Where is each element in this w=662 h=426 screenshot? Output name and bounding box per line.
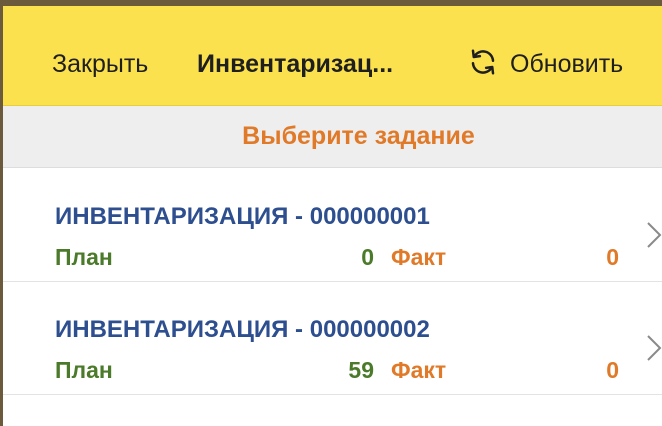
fact-label: Факт — [391, 357, 447, 383]
chevron-right-icon — [647, 335, 662, 361]
app-window: Закрыть Инвентаризац... Обновить Выберит… — [0, 0, 662, 426]
plan-label: План — [55, 357, 113, 383]
refresh-button[interactable]: Обновить — [468, 46, 623, 82]
close-button[interactable]: Закрыть — [52, 49, 148, 79]
subtitle-bar: Выберите задание — [3, 106, 662, 168]
fact-label: Факт — [391, 244, 447, 270]
chevron-right-icon — [647, 222, 662, 248]
task-row-2[interactable]: ИНВЕНТАРИЗАЦИЯ - 000000002 План 59 Факт … — [3, 282, 662, 395]
task-title: ИНВЕНТАРИЗАЦИЯ - 000000002 — [55, 316, 430, 343]
plan-value: 0 — [361, 244, 374, 270]
refresh-label: Обновить — [510, 50, 624, 78]
task-list: ИНВЕНТАРИЗАЦИЯ - 000000001 План 0 Факт 0… — [3, 169, 662, 395]
header-bar: Закрыть Инвентаризац... Обновить — [3, 6, 662, 106]
fact-value: 0 — [606, 244, 619, 270]
task-title: ИНВЕНТАРИЗАЦИЯ - 000000001 — [55, 203, 430, 230]
plan-label: План — [55, 244, 113, 270]
task-row-1[interactable]: ИНВЕНТАРИЗАЦИЯ - 000000001 План 0 Факт 0 — [3, 169, 662, 282]
plan-value: 59 — [348, 357, 374, 383]
page-title: Инвентаризац... — [197, 50, 394, 78]
select-task-prompt: Выберите задание — [242, 122, 475, 150]
fact-value: 0 — [606, 357, 619, 383]
refresh-icon — [468, 47, 498, 82]
